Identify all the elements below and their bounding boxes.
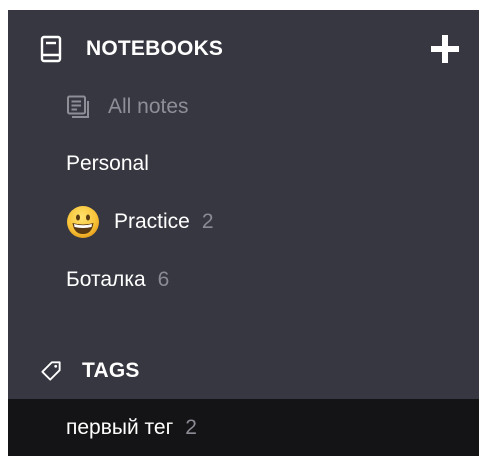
notebook-label: Боталка — [66, 268, 146, 291]
notebook-item-botalka[interactable]: Боталка 6 — [8, 258, 479, 302]
notebook-icon — [40, 35, 62, 63]
tag-count-badge: 2 — [185, 415, 197, 439]
add-notebook-button[interactable] — [429, 33, 461, 65]
all-notes-item[interactable]: All notes — [8, 85, 479, 129]
notebook-item-personal[interactable]: Personal — [8, 142, 479, 186]
plus-icon — [431, 35, 459, 63]
notebook-item-practice[interactable]: Practice 2 — [8, 200, 479, 244]
tags-title: TAGS — [82, 359, 140, 382]
notes-icon — [66, 95, 90, 119]
note-count-badge: 6 — [157, 268, 170, 291]
note-count-badge: 2 — [201, 210, 214, 233]
tag-icon — [40, 357, 62, 385]
tag-item-selected[interactable]: первый тег 2 — [8, 399, 479, 456]
notebooks-header: NOTEBOOKS — [8, 27, 479, 71]
notebook-label: Personal — [66, 152, 149, 175]
tag-label: первый тег — [66, 415, 174, 439]
all-notes-label: All notes — [108, 95, 189, 118]
sidebar: NOTEBOOKS All notes Personal Practice 2 … — [8, 10, 479, 456]
grinning-face-emoji-icon — [66, 205, 100, 239]
notebooks-title: NOTEBOOKS — [86, 37, 224, 60]
notebook-label: Practice — [114, 210, 190, 233]
tags-header: TAGS — [8, 349, 479, 393]
